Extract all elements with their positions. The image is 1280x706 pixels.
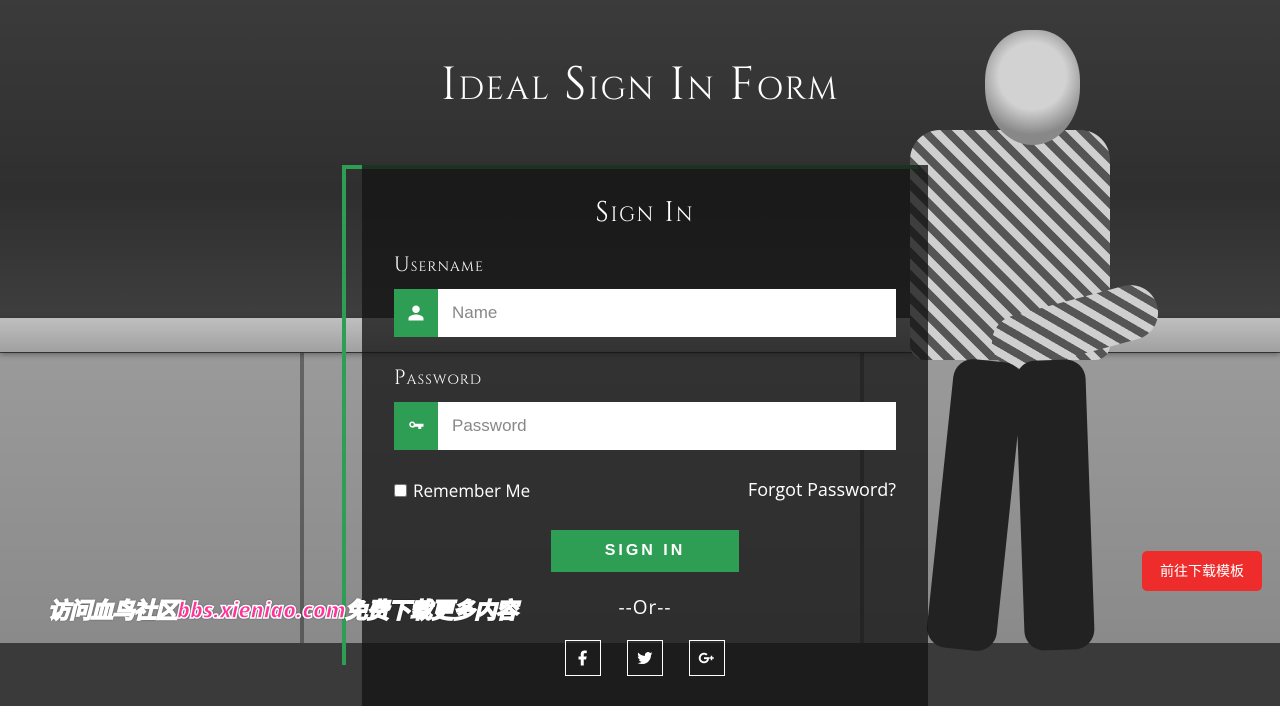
forgot-password-link[interactable]: Forgot Password? bbox=[748, 478, 896, 502]
password-row bbox=[394, 402, 896, 450]
google-plus-button[interactable] bbox=[689, 640, 725, 676]
download-template-button[interactable]: 前往下载模板 bbox=[1142, 551, 1262, 591]
page-title: Ideal Sign In Form bbox=[0, 0, 1280, 117]
twitter-button[interactable] bbox=[627, 640, 663, 676]
password-input[interactable] bbox=[438, 402, 896, 450]
password-label: Password bbox=[394, 365, 896, 392]
social-row bbox=[394, 640, 896, 676]
remember-checkbox[interactable] bbox=[394, 484, 407, 497]
facebook-button[interactable] bbox=[565, 640, 601, 676]
twitter-icon bbox=[636, 649, 654, 667]
username-label: Username bbox=[394, 252, 896, 279]
form-heading: Sign In bbox=[394, 195, 896, 232]
remember-me[interactable]: Remember Me bbox=[394, 479, 530, 502]
username-input[interactable] bbox=[438, 289, 896, 337]
username-row bbox=[394, 289, 896, 337]
key-icon bbox=[394, 402, 438, 450]
facebook-icon bbox=[574, 649, 592, 667]
user-icon bbox=[394, 289, 438, 337]
remember-label: Remember Me bbox=[413, 479, 530, 502]
signin-button[interactable]: SIGN IN bbox=[551, 530, 740, 572]
google-plus-icon bbox=[698, 649, 716, 667]
watermark-text: 访问血鸟社区bbs.xieniao.com免费下载更多内容 bbox=[48, 593, 517, 625]
